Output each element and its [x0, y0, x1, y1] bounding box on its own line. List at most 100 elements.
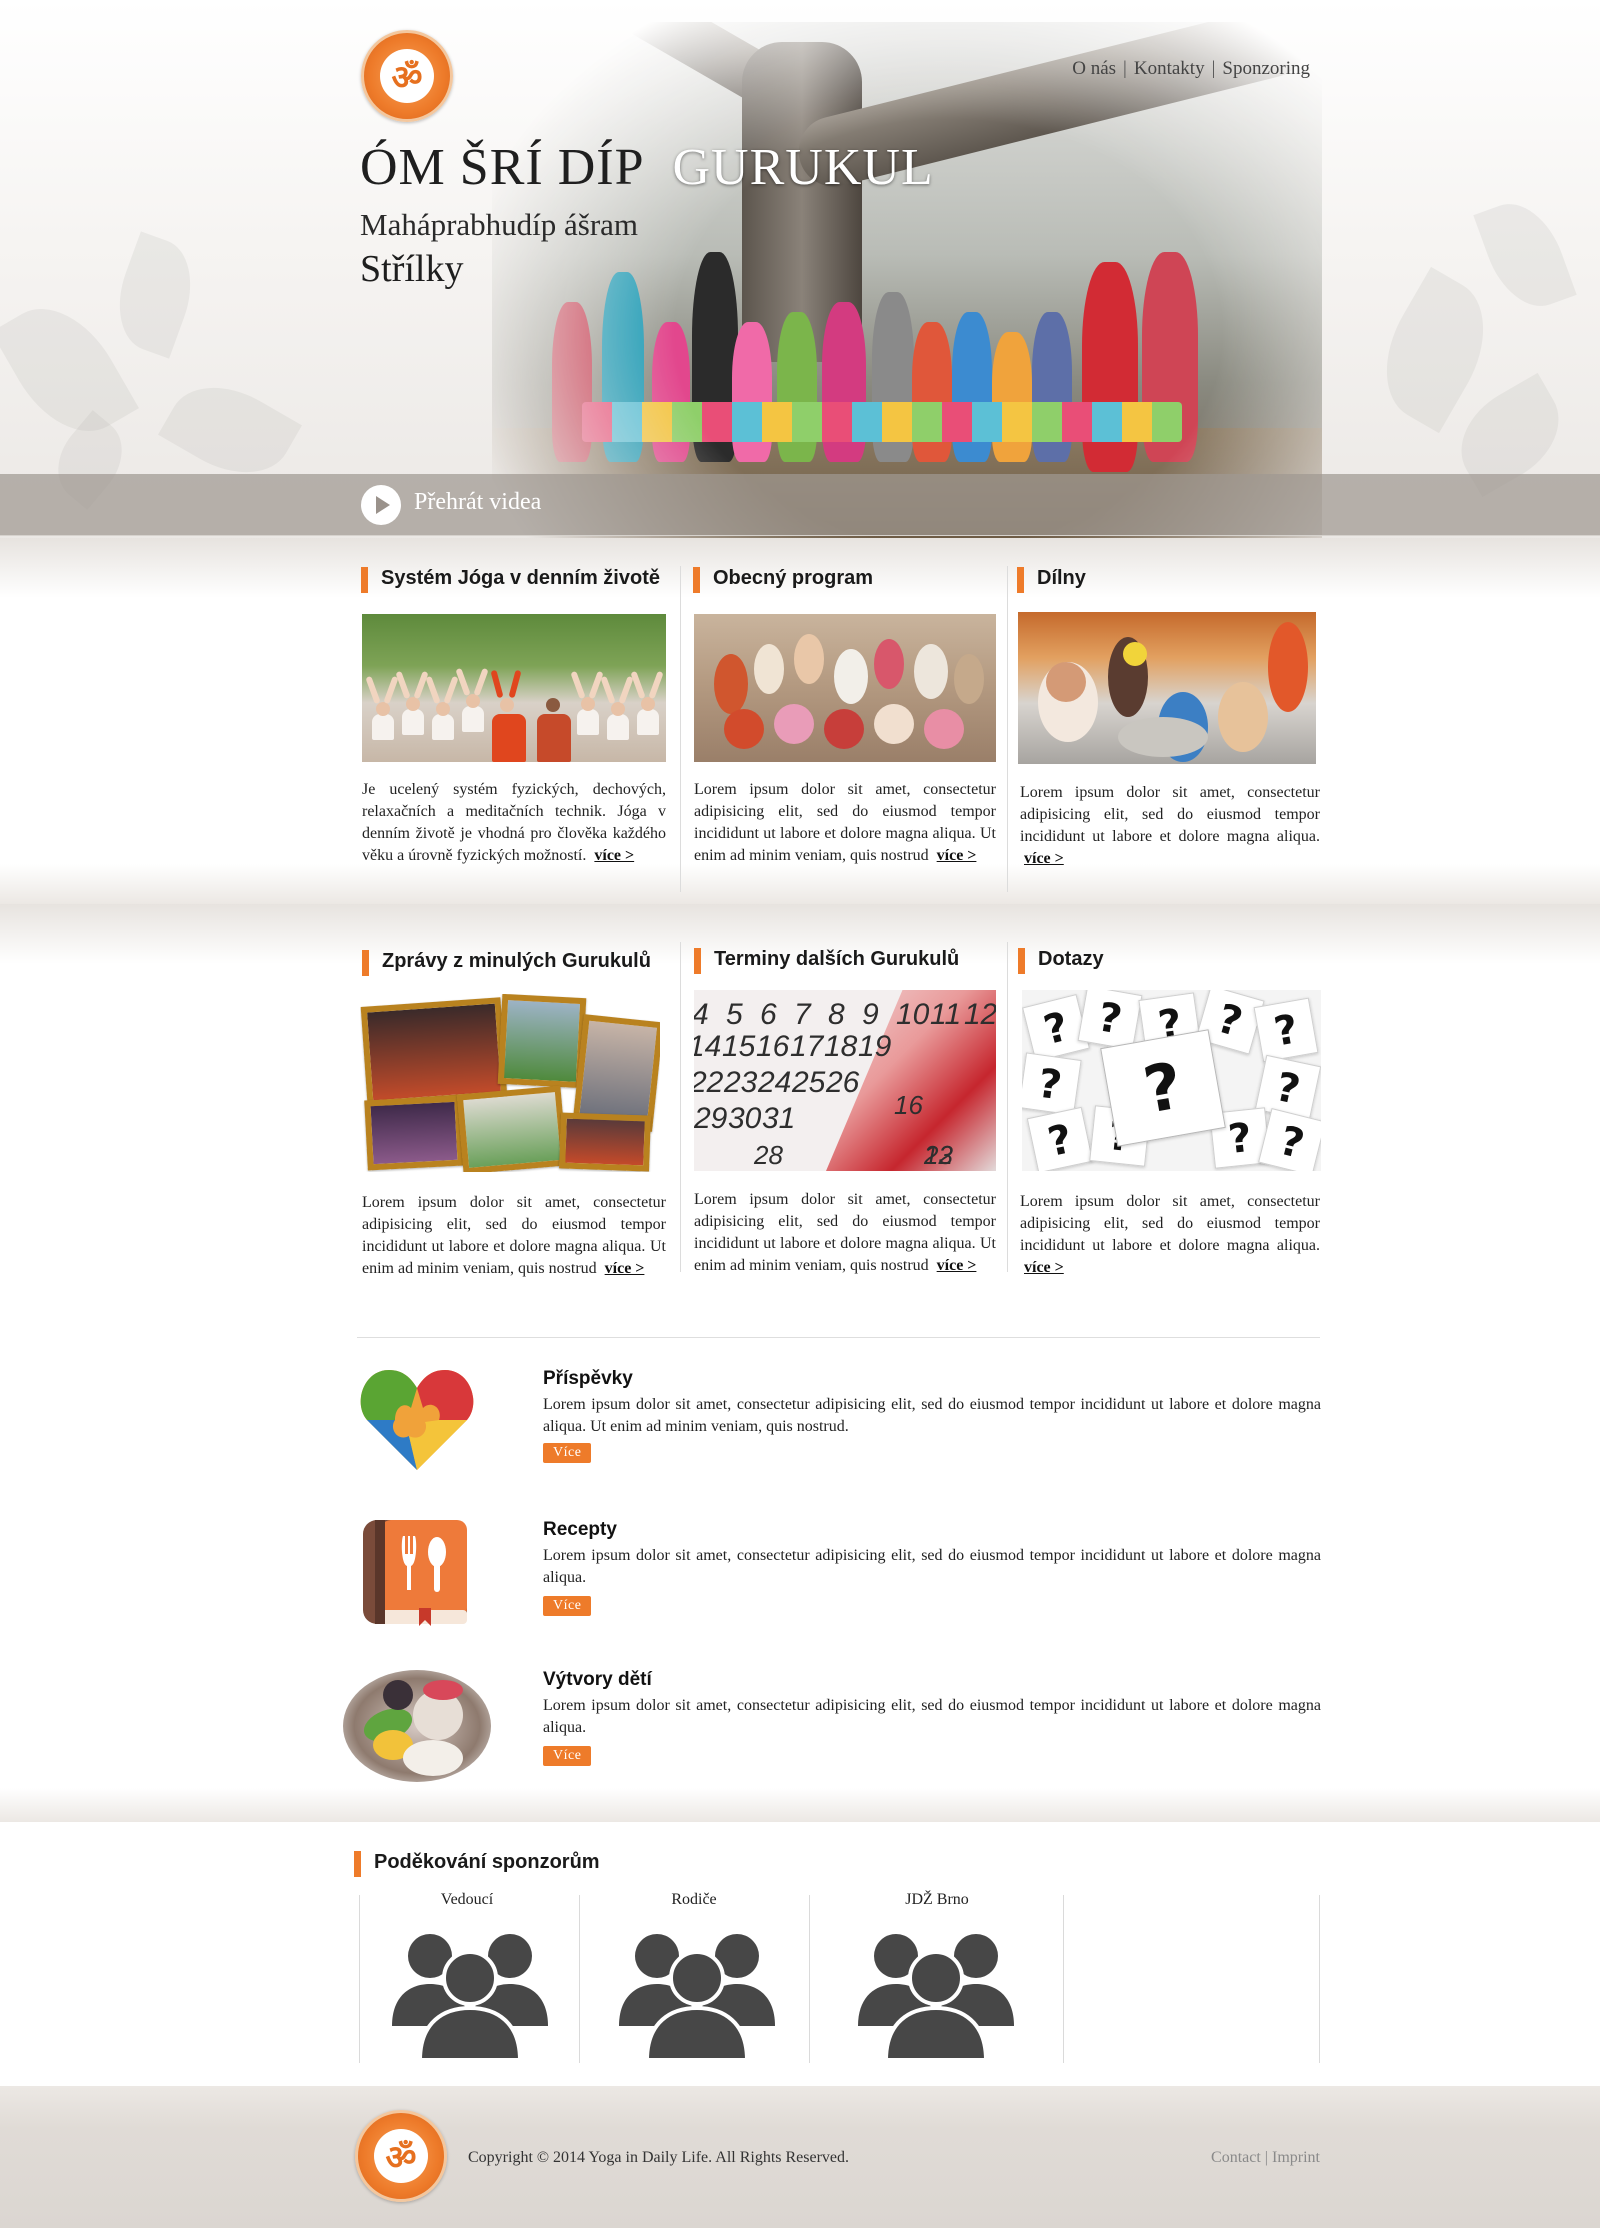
calendar-day-number: 16 — [756, 1030, 790, 1063]
sponsor-cell — [1319, 1895, 1320, 2063]
calendar-day-number: 10 — [896, 998, 930, 1031]
more-link[interactable]: více > — [937, 847, 977, 864]
nav-link-sponsoring[interactable]: Sponzoring — [1222, 58, 1310, 79]
puzzle-heart-icon — [359, 1362, 475, 1472]
sponsor-cell — [1063, 1895, 1319, 2063]
footer-links: Contact | Imprint — [1100, 2149, 1320, 2167]
calendar-day-number: 9 — [862, 998, 879, 1031]
more-link[interactable]: více > — [1024, 850, 1064, 867]
calendar-day-number: 14 — [694, 1030, 722, 1063]
nav-link-about[interactable]: O nás — [1072, 58, 1116, 79]
column-divider — [680, 942, 681, 1272]
section-title-yoga: Systém Jóga v denním životě — [361, 567, 660, 593]
sponsor-label: Vedoucí — [440, 1891, 494, 1908]
nav-separator: | — [1211, 58, 1216, 79]
play-videos-link[interactable]: Přehrát videa — [414, 489, 541, 516]
calendar-day-number: 26 — [826, 1066, 860, 1099]
section-band — [0, 1788, 1600, 1822]
feature-title: Příspěvky — [543, 1368, 633, 1389]
section-text-workshops: Lorem ipsum dolor sit amet, consectetur … — [1020, 782, 1320, 870]
photo-collage[interactable] — [360, 994, 660, 1172]
section-title-workshops: Dílny — [1017, 567, 1086, 593]
section-title-questions: Dotazy — [1018, 948, 1104, 974]
header: ॐ O nás | Kontakty | Sponzoring ÓM ŠRÍ DÍP G… — [0, 0, 1600, 538]
leaf-decoration — [103, 231, 207, 359]
calendar-day-number: 17 — [790, 1030, 824, 1063]
group-people-icon[interactable] — [856, 1922, 1016, 2062]
column-divider — [1007, 942, 1008, 1272]
site-title-dark: ÓM ŠRÍ DÍP — [360, 139, 645, 196]
om-symbol-icon: ॐ — [380, 49, 434, 103]
column-divider — [1007, 566, 1008, 892]
play-icon[interactable] — [361, 485, 401, 525]
calendar-day-number: 29 — [694, 1102, 728, 1135]
footer-separator: | — [1264, 2149, 1268, 2166]
calendar-photo[interactable]: 4567891011121415161718192223242526293031… — [694, 990, 996, 1171]
calendar-day-number: 4 — [694, 998, 709, 1032]
kitchen-workshop-photo[interactable] — [1018, 612, 1316, 764]
question-marks-photo[interactable]: ? ? ? ? ? ? ? ? ? ? ? ? — [1022, 990, 1321, 1171]
group-room-photo[interactable] — [694, 614, 996, 762]
group-people-icon[interactable] — [617, 1922, 777, 2062]
site-title-light: GURUKUL — [672, 139, 934, 196]
calendar-day-number: 23 — [724, 1066, 758, 1099]
footer-link-imprint[interactable]: Imprint — [1272, 2149, 1320, 2166]
footer-logo[interactable]: ॐ — [355, 2110, 447, 2202]
calendar-day-number: 24 — [758, 1066, 792, 1099]
footer-link-contact[interactable]: Contact — [1211, 2149, 1261, 2166]
more-button[interactable]: Více — [543, 1746, 592, 1766]
more-button[interactable]: Více — [543, 1596, 592, 1616]
om-symbol-icon: ॐ — [374, 2129, 428, 2183]
section-text: Lorem ipsum dolor sit amet, consectetur … — [1020, 1193, 1320, 1254]
feature-text: Lorem ipsum dolor sit amet, consectetur … — [543, 1547, 1321, 1586]
kids-crafts-photo — [343, 1670, 491, 1782]
calendar-day-number: 25 — [792, 1066, 826, 1099]
feature-text: Lorem ipsum dolor sit amet, consectetur … — [543, 1697, 1321, 1736]
top-nav: O nás | Kontakty | Sponzoring — [1050, 58, 1310, 80]
calendar-day-number: 12 — [924, 1140, 953, 1170]
recipe-book-icon — [361, 1518, 469, 1626]
sponsor-label: Rodiče — [671, 1891, 717, 1908]
group-people-icon[interactable] — [390, 1922, 550, 2062]
section-text-reports: Lorem ipsum dolor sit amet, consectetur … — [362, 1192, 666, 1280]
section-title-reports: Zprávy z minulých Gurukulů — [362, 950, 651, 976]
section-title-program: Obecný program — [693, 567, 873, 593]
more-button[interactable]: Více — [543, 1443, 592, 1463]
section-text-program: Lorem ipsum dolor sit amet, consectetur … — [694, 779, 996, 867]
section-title-dates: Terminy dalších Gurukulů — [694, 948, 959, 974]
yoga-crowd-photo[interactable] — [362, 614, 666, 762]
section-text: Lorem ipsum dolor sit amet, consectetur … — [1020, 784, 1320, 845]
calendar-day-number: 6 — [760, 998, 777, 1031]
sponsor-label: JDŽ Brno — [905, 1891, 969, 1908]
divider-line — [357, 1337, 1320, 1338]
more-link[interactable]: více > — [594, 847, 634, 864]
section-band — [0, 864, 1600, 904]
feature-text: Lorem ipsum dolor sit amet, consectetur … — [543, 1396, 1321, 1435]
sponsors-title: Poděkování sponzorům — [354, 1851, 600, 1877]
nav-link-contacts[interactable]: Kontakty — [1134, 58, 1205, 79]
hero-photo — [492, 22, 1322, 538]
more-link[interactable]: více > — [937, 1257, 977, 1274]
leaf-decoration — [0, 286, 139, 454]
section-text-yoga: Je ucelený systém fyzických, dechových, … — [362, 779, 666, 867]
section-text-questions: Lorem ipsum dolor sit amet, consectetur … — [1020, 1191, 1320, 1279]
calendar-day-number: 11 — [930, 998, 962, 1031]
site-subtitle: Maháprabhudíp ášram — [360, 207, 639, 242]
site-title: ÓM ŠRÍ DÍP GURUKUL — [360, 138, 934, 197]
calendar-day-number: 7 — [794, 998, 811, 1031]
calendar-day-number: 19 — [858, 1030, 892, 1063]
calendar-day-number: 15 — [722, 1030, 756, 1063]
calendar-day-number: 30 — [728, 1102, 762, 1135]
leaf-decoration — [1473, 191, 1577, 319]
copyright: Copyright © 2014 Yoga in Daily Life. All… — [468, 2149, 850, 2166]
feature-title: Výtvory dětí — [543, 1669, 652, 1690]
more-link[interactable]: více > — [605, 1260, 645, 1277]
calendar-day-number: 5 — [726, 998, 743, 1031]
more-link[interactable]: více > — [1024, 1259, 1064, 1276]
site-logo[interactable]: ॐ — [361, 30, 453, 122]
page: ॐ O nás | Kontakty | Sponzoring ÓM ŠRÍ DÍP G… — [0, 0, 1600, 2228]
section-text-dates: Lorem ipsum dolor sit amet, consectetur … — [694, 1189, 996, 1277]
calendar-day-number: 18 — [824, 1030, 858, 1063]
feature-title: Recepty — [543, 1519, 617, 1540]
site-place: Střílky — [360, 248, 464, 290]
